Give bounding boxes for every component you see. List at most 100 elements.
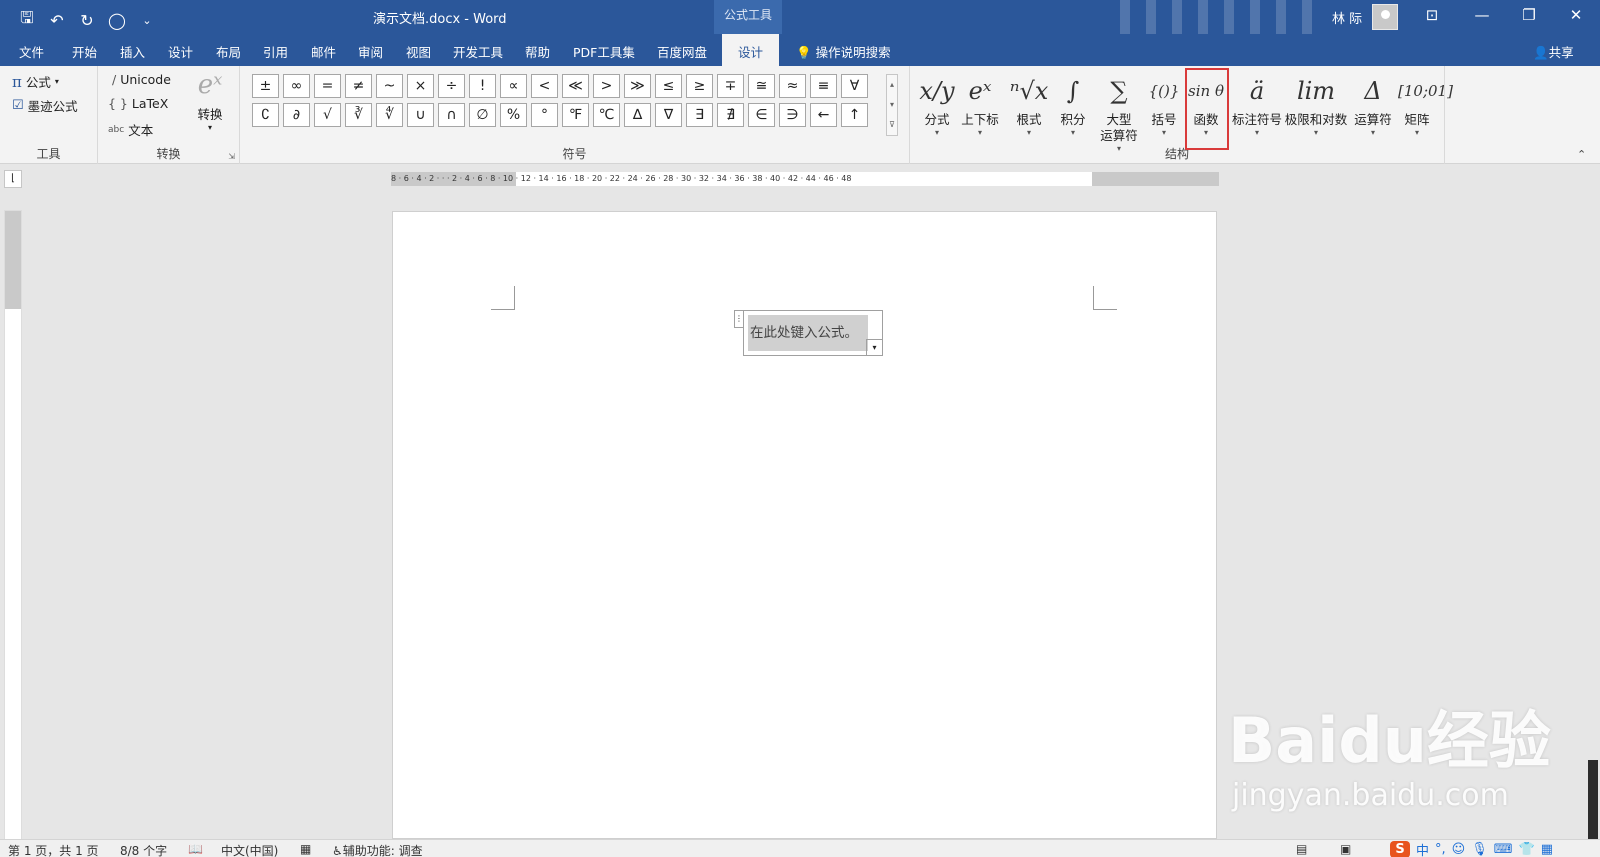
- minimize-icon[interactable]: —: [1470, 6, 1494, 24]
- ime-chinese-icon[interactable]: 中: [1416, 840, 1429, 857]
- text-option[interactable]: abc 文本: [108, 120, 153, 139]
- shirt-icon[interactable]: 👕: [1519, 842, 1535, 857]
- symbol-button[interactable]: ∩: [438, 103, 465, 127]
- vertical-ruler[interactable]: [4, 210, 22, 850]
- symbol-button[interactable]: ±: [252, 74, 279, 98]
- symbol-button[interactable]: ∀: [841, 74, 868, 98]
- share-button[interactable]: 👤共享: [1533, 42, 1574, 61]
- symbol-button[interactable]: ∂: [283, 103, 310, 127]
- keyboard-icon[interactable]: ⌨: [1494, 842, 1513, 857]
- tab-help[interactable]: 帮助: [525, 42, 550, 61]
- symbol-button[interactable]: ∅: [469, 103, 496, 127]
- tab-insert[interactable]: 插入: [120, 42, 145, 61]
- tab-pdf-tools[interactable]: PDF工具集: [573, 42, 635, 61]
- symbol-button[interactable]: ∄: [717, 103, 744, 127]
- symbol-button[interactable]: ∞: [283, 74, 310, 98]
- structure-button[interactable]: eˣ 上下标 ▾: [956, 70, 1004, 137]
- structure-button[interactable]: ⁿ√x 根式 ▾: [1006, 70, 1052, 137]
- redo-icon[interactable]: ↻: [78, 11, 96, 30]
- structure-button[interactable]: [10;01] 矩阵 ▾: [1398, 70, 1453, 137]
- symbol-button[interactable]: ≈: [779, 74, 806, 98]
- tab-view[interactable]: 视图: [406, 42, 431, 61]
- equation-handle[interactable]: ⋮: [734, 310, 744, 328]
- read-mode-icon[interactable]: ▤: [1296, 842, 1307, 856]
- structure-button[interactable]: Δ 运算符 ▾: [1350, 70, 1396, 137]
- symbol-button[interactable]: ≡: [810, 74, 837, 98]
- structure-button[interactable]: lim 极限和对数 ▾: [1284, 70, 1348, 137]
- unicode-option[interactable]: / Unicode: [112, 72, 171, 87]
- symbol-button[interactable]: ≪: [562, 74, 589, 98]
- ribbon-display-icon[interactable]: ⊡: [1420, 6, 1444, 24]
- structure-button[interactable]: x/y 分式 ▾: [918, 70, 956, 137]
- symbol-button[interactable]: ∋: [779, 103, 806, 127]
- proofing-icon[interactable]: 📖: [188, 842, 203, 856]
- symbol-button[interactable]: ≤: [655, 74, 682, 98]
- language[interactable]: 中文(中国): [221, 842, 278, 857]
- symbol-button[interactable]: √: [314, 103, 341, 127]
- symbol-button[interactable]: ∇: [655, 103, 682, 127]
- punctuation-icon[interactable]: °,: [1435, 842, 1446, 857]
- print-layout-icon[interactable]: ▣: [1340, 842, 1351, 856]
- tell-me-search[interactable]: 💡 操作说明搜索: [796, 42, 891, 61]
- tab-selector[interactable]: ⌊: [4, 170, 22, 188]
- emoji-icon[interactable]: ☺: [1452, 842, 1466, 857]
- collapse-ribbon-icon[interactable]: ⌃: [1577, 148, 1586, 161]
- equation-options-icon[interactable]: ▾: [866, 339, 882, 355]
- undo-icon[interactable]: ↶: [48, 11, 66, 30]
- symbol-button[interactable]: ∆: [624, 103, 651, 127]
- symbol-button[interactable]: ∈: [748, 103, 775, 127]
- gallery-scroll[interactable]: ▴ ▾ ⊽: [886, 74, 898, 136]
- structure-button[interactable]: {()} 括号 ▾: [1144, 70, 1184, 137]
- symbol-button[interactable]: ∁: [252, 103, 279, 127]
- ink-equation-button[interactable]: ☑ 墨迹公式: [12, 96, 78, 115]
- symbol-button[interactable]: ≥: [686, 74, 713, 98]
- symbol-button[interactable]: ×: [407, 74, 434, 98]
- symbol-button[interactable]: ↑: [841, 103, 868, 127]
- tab-file[interactable]: 文件: [19, 42, 44, 61]
- grid-icon[interactable]: ▦: [1541, 842, 1553, 857]
- tab-layout[interactable]: 布局: [216, 42, 241, 61]
- structure-button[interactable]: ∑ 大型 运算符 ▾: [1094, 70, 1144, 153]
- symbol-button[interactable]: ∪: [407, 103, 434, 127]
- symbol-button[interactable]: ∓: [717, 74, 744, 98]
- tab-references[interactable]: 引用: [263, 42, 288, 61]
- macro-icon[interactable]: ▦: [300, 842, 311, 856]
- symbol-button[interactable]: ℉: [562, 103, 589, 127]
- equation-button[interactable]: π 公式 ▾: [12, 72, 59, 91]
- avatar[interactable]: [1372, 4, 1398, 30]
- symbol-button[interactable]: >: [593, 74, 620, 98]
- symbol-button[interactable]: ≫: [624, 74, 651, 98]
- symbol-button[interactable]: <: [531, 74, 558, 98]
- equation-field[interactable]: ⋮ 在此处键入公式。 ▾: [734, 310, 883, 356]
- structure-button[interactable]: ∫ 积分 ▾: [1054, 70, 1092, 137]
- convert-button[interactable]: eˣ 转换 ▾: [190, 70, 230, 132]
- page-count[interactable]: 第 1 页，共 1 页: [8, 842, 99, 857]
- symbol-button[interactable]: =: [314, 74, 341, 98]
- word-count[interactable]: 8/8 个字: [120, 842, 167, 857]
- symbol-button[interactable]: ∃: [686, 103, 713, 127]
- symbol-button[interactable]: ≅: [748, 74, 775, 98]
- tab-review[interactable]: 审阅: [358, 42, 383, 61]
- user-name[interactable]: 林 际: [1332, 8, 1362, 27]
- circle-icon[interactable]: ◯: [108, 11, 126, 30]
- tab-home[interactable]: 开始: [72, 42, 97, 61]
- restore-icon[interactable]: ❐: [1517, 6, 1541, 24]
- symbol-button[interactable]: ≠: [345, 74, 372, 98]
- document-page[interactable]: ⋮ 在此处键入公式。 ▾: [392, 211, 1217, 839]
- latex-option[interactable]: { } LaTeX: [108, 96, 168, 111]
- equation-placeholder[interactable]: 在此处键入公式。: [748, 315, 868, 351]
- tab-mailings[interactable]: 邮件: [311, 42, 336, 61]
- close-icon[interactable]: ✕: [1564, 6, 1588, 24]
- symbol-button[interactable]: ℃: [593, 103, 620, 127]
- customize-qat-icon[interactable]: ⌄: [138, 14, 156, 27]
- mic-icon[interactable]: 🎙: [1471, 842, 1488, 857]
- symbol-button[interactable]: ÷: [438, 74, 465, 98]
- save-icon[interactable]: 🖫: [18, 7, 36, 34]
- symbol-button[interactable]: %: [500, 103, 527, 127]
- tab-design[interactable]: 设计: [168, 42, 193, 61]
- horizontal-ruler[interactable]: 8 · 6 · 4 · 2 · · · 2 · 4 · 6 · 8 · 10 ·…: [391, 172, 1219, 186]
- tab-equation-design[interactable]: 设计: [722, 34, 780, 66]
- symbol-button[interactable]: ←: [810, 103, 837, 127]
- accessibility-status[interactable]: ♿辅助功能: 调查: [332, 842, 423, 857]
- symbol-button[interactable]: ~: [376, 74, 403, 98]
